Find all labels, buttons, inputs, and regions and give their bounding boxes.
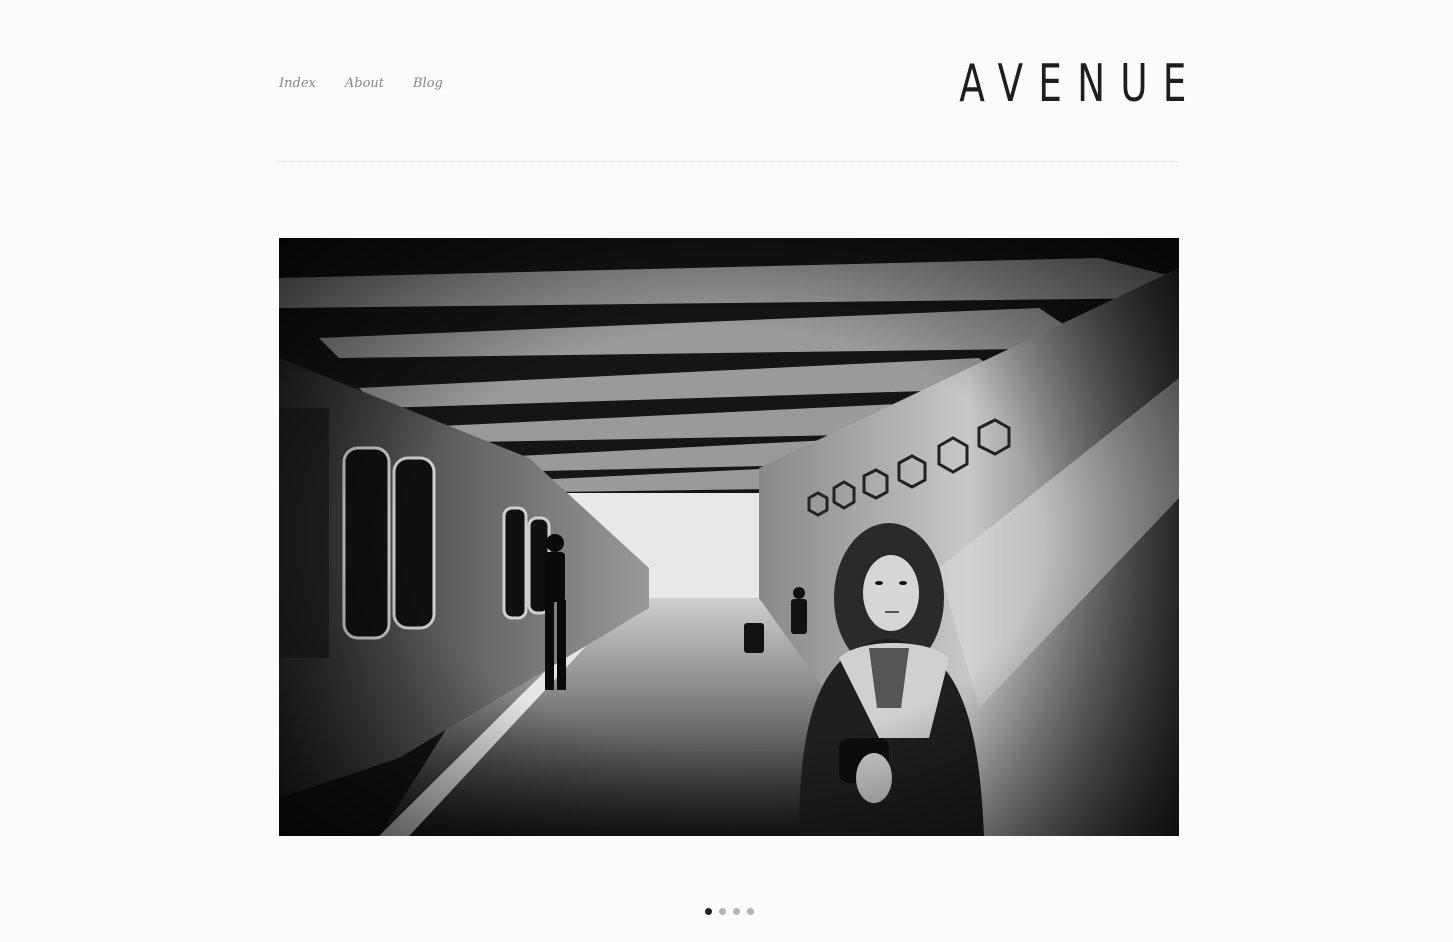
slide-dot-3[interactable]	[733, 908, 740, 915]
slide-dot-4[interactable]	[747, 908, 754, 915]
main-nav: Index About Blog	[279, 76, 443, 91]
nav-link-blog[interactable]: Blog	[413, 76, 443, 91]
nav-link-index[interactable]: Index	[279, 76, 316, 91]
nav-link-about[interactable]: About	[345, 76, 384, 91]
slide-dot-1[interactable]	[705, 908, 712, 915]
slideshow-photo[interactable]	[279, 238, 1179, 836]
slideshow-pagination	[705, 908, 754, 915]
slide-dot-2[interactable]	[719, 908, 726, 915]
header-divider	[279, 161, 1179, 162]
site-logo[interactable]: AVENUE	[959, 56, 1201, 112]
